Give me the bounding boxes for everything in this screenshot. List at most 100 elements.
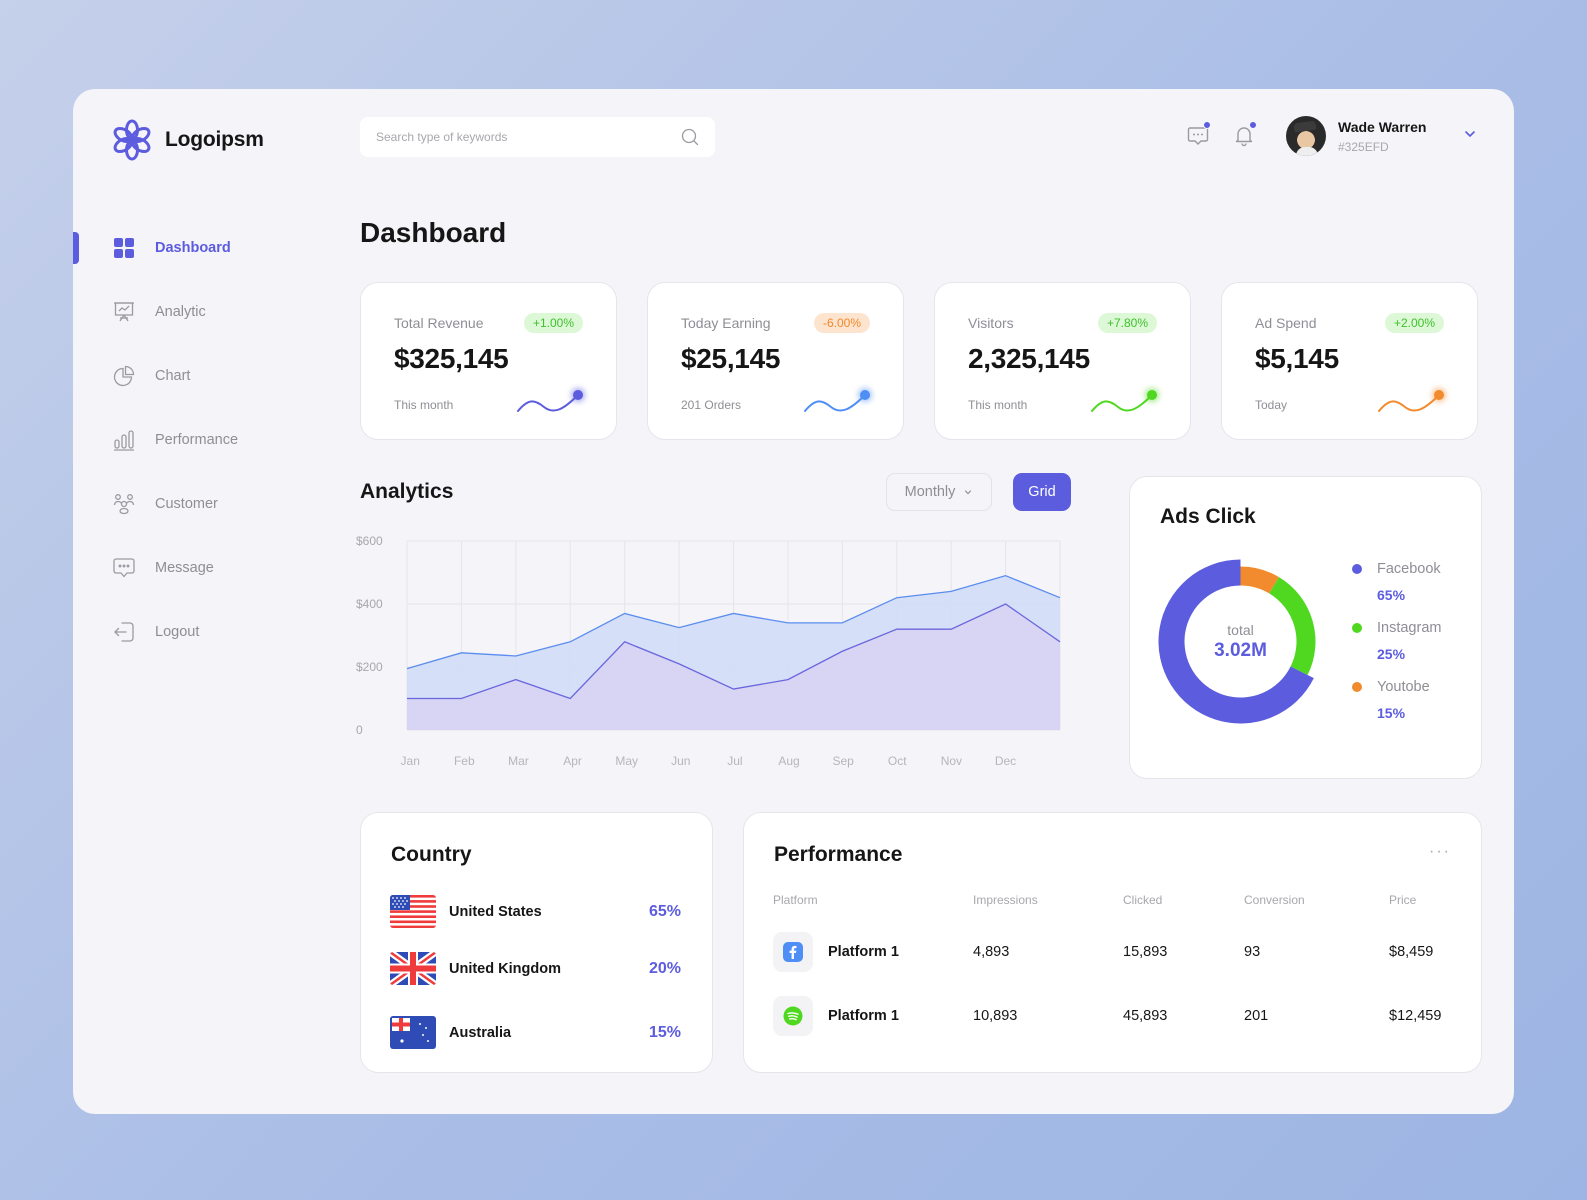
grid-icon — [113, 237, 135, 259]
sidebar-item-dashboard[interactable]: Dashboard — [73, 216, 333, 280]
conversion-value: 201 — [1244, 1008, 1269, 1024]
notification-dot — [1203, 121, 1211, 129]
user-profile[interactable]: Wade Warren #325EFD — [1286, 116, 1426, 156]
sparkline-endpoint — [860, 390, 870, 400]
sidebar-item-label: Dashboard — [155, 240, 231, 256]
y-tick-label: 0 — [356, 723, 363, 737]
stat-value: $25,145 — [681, 343, 781, 374]
price-value: $12,459 — [1389, 1008, 1442, 1024]
stat-value: $5,145 — [1255, 343, 1339, 374]
legend-item-youtube: Youtobe 15% — [1352, 679, 1441, 721]
au-flag-icon — [390, 1016, 436, 1049]
legend-dot — [1352, 564, 1362, 574]
y-tick-label: $200 — [356, 660, 383, 674]
notification-dot — [1249, 121, 1257, 129]
stat-card-visitors[interactable]: Visitors +7.80% 2,325,145 This month — [934, 282, 1191, 440]
more-options-icon[interactable]: ··· — [1429, 843, 1451, 861]
legend-label: Facebook — [1377, 561, 1441, 577]
sparkline — [1378, 388, 1446, 412]
sidebar-item-logout[interactable]: Logout — [73, 600, 333, 664]
sidebar-item-label: Performance — [155, 432, 239, 448]
sparkline-endpoint — [1434, 390, 1444, 400]
search-bar — [360, 117, 715, 157]
legend-dot — [1352, 623, 1362, 633]
platform-name: Platform 1 — [828, 944, 899, 960]
stat-card-today-earning[interactable]: Today Earning -6.00% $25,145 201 Orders — [647, 282, 904, 440]
donut-legend: Facebook 65% Instagram 25% Youtobe 15% — [1352, 561, 1441, 738]
period-dropdown-value: Monthly — [904, 484, 956, 500]
sparkline — [517, 388, 585, 412]
price-value: $8,459 — [1389, 944, 1434, 960]
x-tick-label: Sep — [832, 754, 854, 768]
chevron-down-icon[interactable] — [1463, 127, 1477, 141]
us-flag-icon — [390, 895, 436, 928]
legend-value: 25% — [1377, 646, 1406, 662]
page-title: Dashboard — [360, 217, 507, 248]
sidebar-item-message[interactable]: Message — [73, 536, 333, 600]
country-percent: 65% — [648, 902, 681, 920]
notifications-button[interactable] — [1232, 121, 1257, 147]
donut-center: total 3.02M — [1158, 559, 1323, 724]
performance-title: Performance — [774, 843, 903, 866]
x-tick-label: May — [615, 754, 638, 768]
country-row[interactable]: Australia 15% — [390, 1016, 681, 1049]
country-row[interactable]: United States 65% — [390, 895, 681, 928]
country-row[interactable]: United Kingdom 20% — [390, 952, 681, 985]
sidebar-item-label: Analytic — [155, 304, 206, 320]
donut-center-value: 3.02M — [1214, 639, 1267, 661]
logo[interactable]: Logoipsm — [111, 119, 264, 161]
sidebar-item-customer[interactable]: Customer — [73, 472, 333, 536]
x-tick-label: Aug — [778, 754, 799, 768]
period-dropdown[interactable]: Monthly — [886, 473, 992, 511]
donut-center-label: total — [1227, 621, 1254, 638]
x-tick-label: Nov — [941, 754, 962, 768]
stat-card-total-revenue[interactable]: Total Revenue +1.00% $325,145 This month — [360, 282, 617, 440]
stat-label: Ad Spend — [1255, 315, 1317, 331]
x-tick-label: Apr — [563, 754, 582, 768]
impressions-value: 10,893 — [973, 1008, 1018, 1024]
dashboard-window: Logoipsm Wade Warren — [73, 89, 1514, 1114]
stat-subtitle: 201 Orders — [681, 398, 742, 412]
presentation-chart-icon — [113, 301, 135, 323]
legend-label: Youtobe — [1377, 679, 1430, 695]
sidebar-item-label: Logout — [155, 624, 200, 640]
stat-card-ad-spend[interactable]: Ad Spend +2.00% $5,145 Today — [1221, 282, 1478, 440]
messages-button[interactable] — [1186, 121, 1211, 147]
avatar — [1286, 116, 1326, 156]
analytics-title: Analytics — [360, 480, 454, 503]
legend-value: 65% — [1377, 587, 1406, 603]
grid-view-button[interactable]: Grid — [1013, 473, 1071, 511]
analytics-area-chart: 0 $200 $400 $600 Jan Feb Mar Apr May Jun Jul Aug Sep… — [356, 534, 1061, 768]
pie-chart-icon — [113, 365, 135, 387]
facebook-icon — [783, 942, 803, 962]
sidebar-item-label: Message — [155, 560, 214, 576]
search-icon[interactable] — [681, 128, 699, 146]
conversion-value: 93 — [1244, 944, 1261, 960]
stat-subtitle: Today — [1255, 398, 1288, 412]
users-icon — [113, 493, 135, 515]
stat-value: 2,325,145 — [968, 343, 1090, 374]
x-tick-label: Oct — [888, 754, 907, 768]
search-input[interactable] — [376, 130, 681, 144]
x-tick-label: Mar — [508, 754, 529, 768]
sparkline-path — [1378, 394, 1440, 412]
stat-subtitle: This month — [394, 398, 454, 412]
column-header: Clicked — [1123, 893, 1163, 907]
sidebar: Dashboard Analytic Chart Performance Cus… — [73, 216, 333, 664]
stat-label: Today Earning — [681, 315, 771, 331]
change-badge: +7.80% — [1097, 313, 1157, 333]
sidebar-item-performance[interactable]: Performance — [73, 408, 333, 472]
sidebar-item-label: Customer — [155, 496, 218, 512]
flower-logo-icon — [113, 119, 151, 161]
sidebar-item-chart[interactable]: Chart — [73, 344, 333, 408]
sidebar-item-analytic[interactable]: Analytic — [73, 280, 333, 344]
sparkline-path — [804, 394, 866, 412]
x-tick-label: Feb — [454, 754, 475, 768]
ads-click-title: Ads Click — [1160, 505, 1256, 528]
sparkline — [1091, 388, 1159, 412]
stat-value: $325,145 — [394, 343, 509, 374]
sparkline-endpoint — [1147, 390, 1157, 400]
message-icon — [113, 557, 135, 579]
change-badge: +2.00% — [1384, 313, 1444, 333]
logout-icon — [113, 621, 135, 643]
